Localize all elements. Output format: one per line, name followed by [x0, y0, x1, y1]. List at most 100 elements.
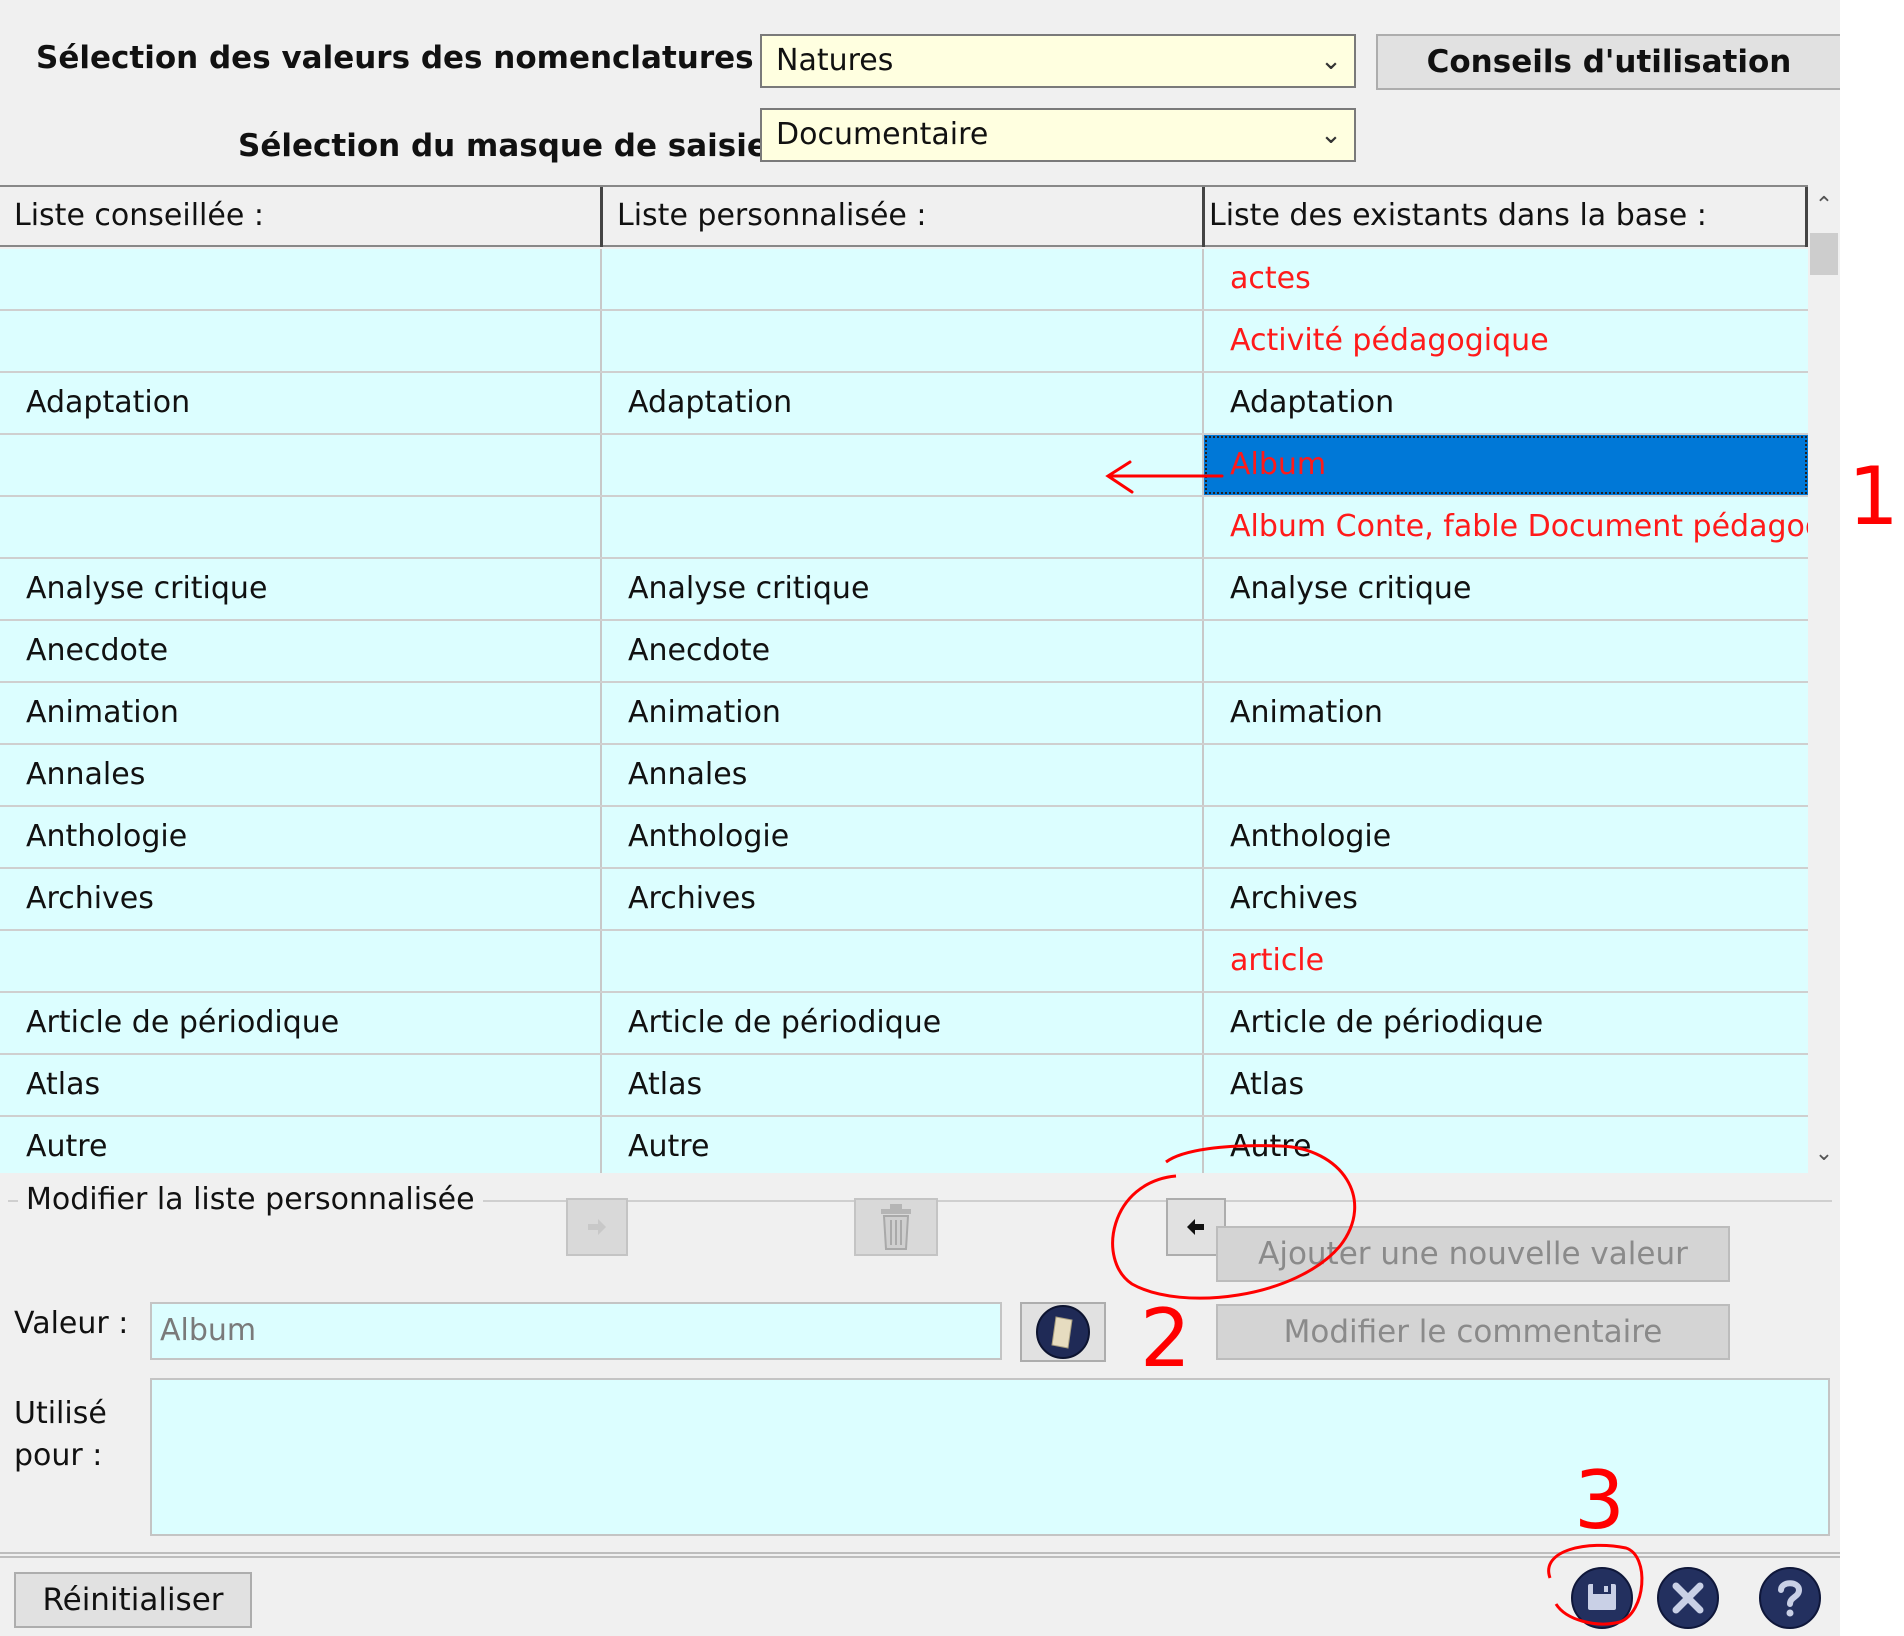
trash-icon — [881, 1204, 911, 1250]
utilise-label-1: Utilisé — [14, 1396, 107, 1431]
help-button[interactable] — [1758, 1566, 1822, 1630]
table-cell-c2[interactable] — [602, 931, 1204, 991]
table-cell-c1[interactable] — [0, 931, 602, 991]
chevron-down-icon[interactable]: ⌄ — [1308, 36, 1354, 86]
save-button[interactable] — [1570, 1566, 1634, 1630]
table-cell-c3[interactable] — [1204, 621, 1808, 681]
table-cell-c1[interactable]: Atlas — [0, 1055, 602, 1115]
table-row[interactable]: Annales Annales — [0, 745, 1808, 807]
table-row[interactable]: Album Conte, fable Document pédagogique — [0, 497, 1808, 559]
table-row[interactable]: Article de périodique Article de périodiq… — [0, 993, 1808, 1055]
table-cell-c1[interactable]: Animation — [0, 683, 602, 743]
table-cell-c1[interactable]: Archives — [0, 869, 602, 929]
table-cell-c1[interactable] — [0, 311, 602, 371]
table-cell-c3[interactable]: Anthologie — [1204, 807, 1808, 867]
add-value-button[interactable]: Ajouter une nouvelle valeur — [1216, 1226, 1730, 1282]
table-cell-c1[interactable]: Adaptation — [0, 373, 602, 433]
arrow-right-icon — [588, 1219, 606, 1235]
table-cell-c3[interactable] — [1204, 745, 1808, 805]
table-cell-c1[interactable]: Analyse critique — [0, 559, 602, 619]
valeur-input[interactable]: Album — [150, 1302, 1002, 1360]
table-cell-c2[interactable]: Anthologie — [602, 807, 1204, 867]
table-row[interactable]: Album — [0, 435, 1808, 497]
table-cell-c3[interactable]: Album — [1204, 435, 1808, 495]
table-cell-c3[interactable]: Autre — [1204, 1117, 1808, 1173]
table-cell-c3[interactable]: Animation — [1204, 683, 1808, 743]
notepad-icon — [1036, 1305, 1090, 1359]
table-cell-c2[interactable] — [602, 435, 1204, 495]
table-cell-c2[interactable]: Annales — [602, 745, 1204, 805]
column-header-conseillee[interactable]: Liste conseillée : — [0, 187, 600, 245]
masque-label: Sélection du masque de saisie : — [238, 128, 792, 164]
table-row[interactable]: Anthologie Anthologie Anthologie — [0, 807, 1808, 869]
table-cell-c3[interactable]: Archives — [1204, 869, 1808, 929]
table-row[interactable]: Archives Archives Archives — [0, 869, 1808, 931]
table-cell-c3[interactable]: Analyse critique — [1204, 559, 1808, 619]
nomenclature-select-value: Natures — [776, 43, 894, 78]
chevron-down-icon[interactable]: ⌄ — [1308, 110, 1354, 160]
table-row[interactable]: article — [0, 931, 1808, 993]
column-header-personnalisee[interactable]: Liste personnalisée : — [603, 187, 1203, 245]
scroll-up-icon[interactable]: ⌃ — [1808, 185, 1840, 225]
table-cell-c3[interactable]: Adaptation — [1204, 373, 1808, 433]
table-cell-c2[interactable]: Autre — [602, 1117, 1204, 1173]
grid-header: Liste conseillée : Liste personnalisée :… — [0, 185, 1808, 247]
footer-divider — [0, 1552, 1840, 1558]
help-icon — [1759, 1567, 1821, 1629]
table-cell-c2[interactable]: Animation — [602, 683, 1204, 743]
valeur-label: Valeur : — [14, 1306, 129, 1341]
table-cell-c1[interactable] — [0, 435, 602, 495]
table-cell-c1[interactable] — [0, 497, 602, 557]
nomenclature-select[interactable]: Natures ⌄ — [760, 34, 1356, 88]
grid-body: actes Activité pédagogique Adaptation Adapt… — [0, 249, 1808, 1173]
table-row[interactable]: Analyse critique Analyse critique Analyse … — [0, 559, 1808, 621]
table-cell-c1[interactable]: Autre — [0, 1117, 602, 1173]
table-cell-c3[interactable]: Activité pédagogique — [1204, 311, 1808, 371]
utilise-pour-textarea[interactable] — [150, 1378, 1830, 1536]
table-row[interactable]: Adaptation Adaptation Adaptation — [0, 373, 1808, 435]
masque-select-value: Documentaire — [776, 117, 989, 152]
save-icon — [1571, 1567, 1633, 1629]
delete-button[interactable] — [854, 1198, 938, 1256]
close-button[interactable] — [1656, 1566, 1720, 1630]
table-cell-c2[interactable]: Adaptation — [602, 373, 1204, 433]
table-cell-c2[interactable]: Atlas — [602, 1055, 1204, 1115]
table-cell-c2[interactable] — [602, 311, 1204, 371]
table-cell-c2[interactable]: Analyse critique — [602, 559, 1204, 619]
scroll-thumb[interactable] — [1810, 233, 1838, 275]
table-cell-c1[interactable]: Anthologie — [0, 807, 602, 867]
close-icon — [1657, 1567, 1719, 1629]
table-cell-c2[interactable] — [602, 249, 1204, 309]
reset-button[interactable]: Réinitialiser — [14, 1572, 252, 1628]
modify-comment-button[interactable]: Modifier le commentaire — [1216, 1304, 1730, 1360]
move-right-button[interactable] — [566, 1198, 628, 1256]
table-cell-c1[interactable]: Annales — [0, 745, 602, 805]
column-header-existants[interactable]: Liste des existants dans la base : — [1205, 187, 1805, 245]
table-row[interactable]: Activité pédagogique — [0, 311, 1808, 373]
table-row[interactable]: Anecdote Anecdote — [0, 621, 1808, 683]
comment-button[interactable] — [1020, 1302, 1106, 1362]
scroll-down-icon[interactable]: ⌄ — [1808, 1133, 1840, 1173]
edit-group-label: Modifier la liste personnalisée — [18, 1182, 483, 1217]
table-cell-c1[interactable]: Article de périodique — [0, 993, 602, 1053]
table-cell-c3[interactable]: actes — [1204, 249, 1808, 309]
table-row[interactable]: Autre Autre Autre — [0, 1117, 1808, 1173]
table-cell-c2[interactable]: Anecdote — [602, 621, 1204, 681]
table-row[interactable]: actes — [0, 249, 1808, 311]
table-cell-c3[interactable]: Album Conte, fable Document pédagogique — [1204, 497, 1808, 557]
table-cell-c1[interactable] — [0, 249, 602, 309]
vertical-scrollbar[interactable]: ⌃ ⌄ — [1808, 185, 1840, 1173]
table-cell-c1[interactable]: Anecdote — [0, 621, 602, 681]
table-cell-c2[interactable] — [602, 497, 1204, 557]
table-row[interactable]: Animation Animation Animation — [0, 683, 1808, 745]
table-cell-c2[interactable]: Article de périodique — [602, 993, 1204, 1053]
table-cell-c2[interactable]: Archives — [602, 869, 1204, 929]
utilise-label-2: pour : — [14, 1438, 103, 1473]
nomenclature-window: Sélection des valeurs des nomenclatures … — [0, 0, 1842, 1636]
masque-select[interactable]: Documentaire ⌄ — [760, 108, 1356, 162]
table-cell-c3[interactable]: Atlas — [1204, 1055, 1808, 1115]
table-row[interactable]: Atlas Atlas Atlas — [0, 1055, 1808, 1117]
table-cell-c3[interactable]: Article de périodique — [1204, 993, 1808, 1053]
table-cell-c3[interactable]: article — [1204, 931, 1808, 991]
conseils-button[interactable]: Conseils d'utilisation — [1376, 34, 1842, 90]
